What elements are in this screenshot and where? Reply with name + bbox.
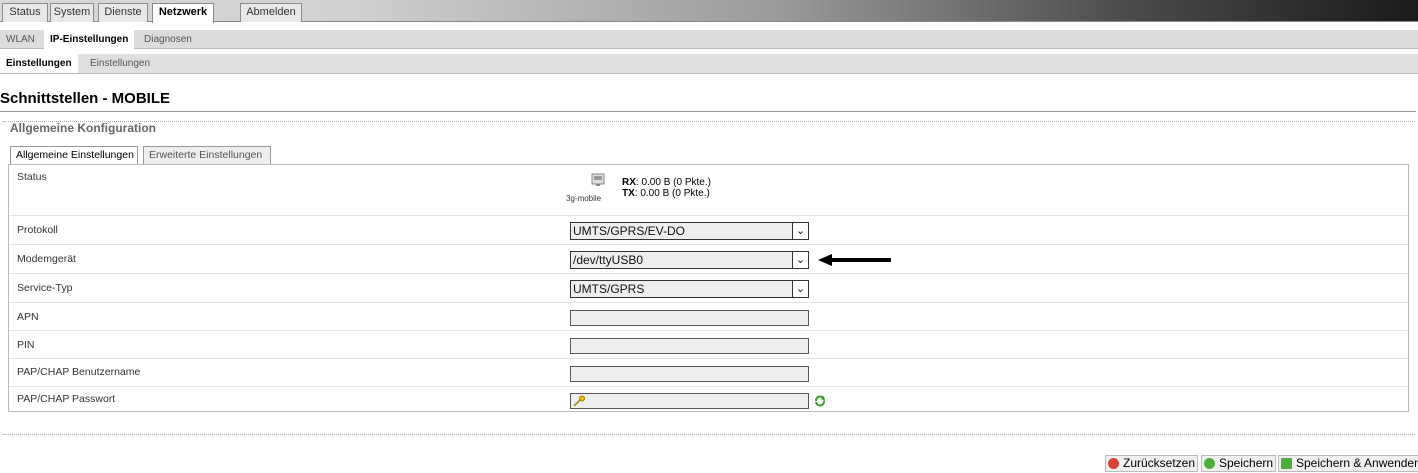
tab-dienste[interactable]: Dienste — [98, 3, 148, 22]
password-input[interactable] — [570, 393, 809, 409]
page-title: Schnittstellen - MOBILE — [0, 90, 1416, 112]
row-modem: Modemgerät /dev/ttyUSB0 ⌄ — [9, 245, 1408, 274]
apply-label: Speichern & Anwenden — [1296, 456, 1418, 470]
save-button[interactable]: Speichern — [1201, 455, 1277, 472]
sub-nav-bar: WLAN IP-Einstellungen Diagnosen — [0, 29, 1418, 49]
row-password: PAP/CHAP Passwort — [9, 387, 1408, 412]
row-username: PAP/CHAP Benutzername — [9, 359, 1408, 387]
rx-label: RX — [622, 177, 636, 188]
row-protokoll: Protokoll UMTS/GPRS/EV-DO ⌄ — [9, 216, 1408, 245]
service-select[interactable]: UMTS/GPRS ⌄ — [570, 280, 809, 298]
save-icon — [1204, 458, 1215, 469]
reset-icon — [1108, 458, 1119, 469]
third-nav-bar: Einstellungen Einstellungen — [0, 54, 1418, 74]
refresh-icon[interactable] — [814, 395, 826, 407]
password-label: PAP/CHAP Passwort — [17, 393, 116, 405]
chevron-down-icon: ⌄ — [792, 252, 808, 268]
tx-value: : 0.00 B (0 Pkte.) — [634, 188, 710, 199]
rx-line: RX: 0.00 B (0 Pkte.) — [622, 177, 711, 188]
service-label: Service-Typ — [17, 282, 73, 294]
tab-allgemeine-einstellungen[interactable]: Allgemeine Einstellungen — [10, 146, 138, 165]
protokoll-value: UMTS/GPRS/EV-DO — [573, 224, 686, 238]
modem-value: /dev/ttyUSB0 — [573, 253, 644, 267]
modem-select[interactable]: /dev/ttyUSB0 ⌄ — [570, 251, 809, 269]
row-status: Status 3g-mobile RX: 0.00 B (0 Pkte.) TX… — [9, 165, 1408, 216]
protokoll-select[interactable]: UMTS/GPRS/EV-DO ⌄ — [570, 222, 809, 240]
username-label: PAP/CHAP Benutzername — [17, 366, 141, 378]
save-label: Speichern — [1219, 456, 1274, 470]
row-service: Service-Typ UMTS/GPRS ⌄ — [9, 274, 1408, 303]
subtab2-einstellungen-active[interactable]: Einstellungen — [0, 54, 78, 73]
device-name: 3g-mobile — [566, 194, 602, 203]
row-pin: PIN — [9, 331, 1408, 359]
apn-label: APN — [17, 311, 39, 323]
tab-abmelden[interactable]: Abmelden — [240, 3, 302, 22]
tx-line: TX: 0.00 B (0 Pkte.) — [622, 188, 710, 199]
fieldset-legend: Allgemeine Konfiguration — [10, 121, 157, 135]
tab-netzwerk[interactable]: Netzwerk — [152, 3, 214, 23]
modem-label: Modemgerät — [17, 253, 76, 265]
arrow-left-icon — [818, 254, 891, 266]
subtab-wlan[interactable]: WLAN — [0, 30, 41, 49]
tab-status[interactable]: Status — [2, 3, 48, 22]
chevron-down-icon: ⌄ — [792, 281, 808, 297]
reset-button[interactable]: Zurücksetzen — [1105, 455, 1199, 472]
pin-input[interactable] — [570, 338, 809, 354]
pin-label: PIN — [17, 339, 35, 351]
username-input[interactable] — [570, 366, 809, 382]
subtab2-einstellungen[interactable]: Einstellungen — [84, 54, 156, 73]
top-nav-bar: Status System Dienste Netzwerk Abmelden — [0, 0, 1418, 23]
service-value: UMTS/GPRS — [573, 282, 645, 296]
status-label: Status — [17, 171, 47, 183]
ethernet-port-icon — [591, 173, 605, 186]
apply-button[interactable]: Speichern & Anwenden — [1278, 455, 1418, 472]
status-info: 3g-mobile RX: 0.00 B (0 Pkte.) TX: 0.00 … — [564, 173, 764, 213]
apply-icon — [1281, 458, 1292, 469]
subtab-diagnosen[interactable]: Diagnosen — [138, 30, 198, 49]
reset-label: Zurücksetzen — [1123, 456, 1196, 470]
tab-erweiterte-einstellungen[interactable]: Erweiterte Einstellungen — [143, 146, 271, 164]
tab-system[interactable]: System — [50, 3, 94, 22]
chevron-down-icon: ⌄ — [792, 223, 808, 239]
subtab-ip-einstellungen[interactable]: IP-Einstellungen — [44, 30, 135, 49]
protokoll-label: Protokoll — [17, 224, 58, 236]
tx-label: TX — [622, 188, 635, 199]
apn-input[interactable] — [570, 310, 809, 326]
row-apn: APN — [9, 303, 1408, 331]
rx-value: : 0.00 B (0 Pkte.) — [635, 177, 711, 188]
key-icon — [573, 395, 585, 407]
config-panel: Status 3g-mobile RX: 0.00 B (0 Pkte.) TX… — [8, 164, 1409, 412]
